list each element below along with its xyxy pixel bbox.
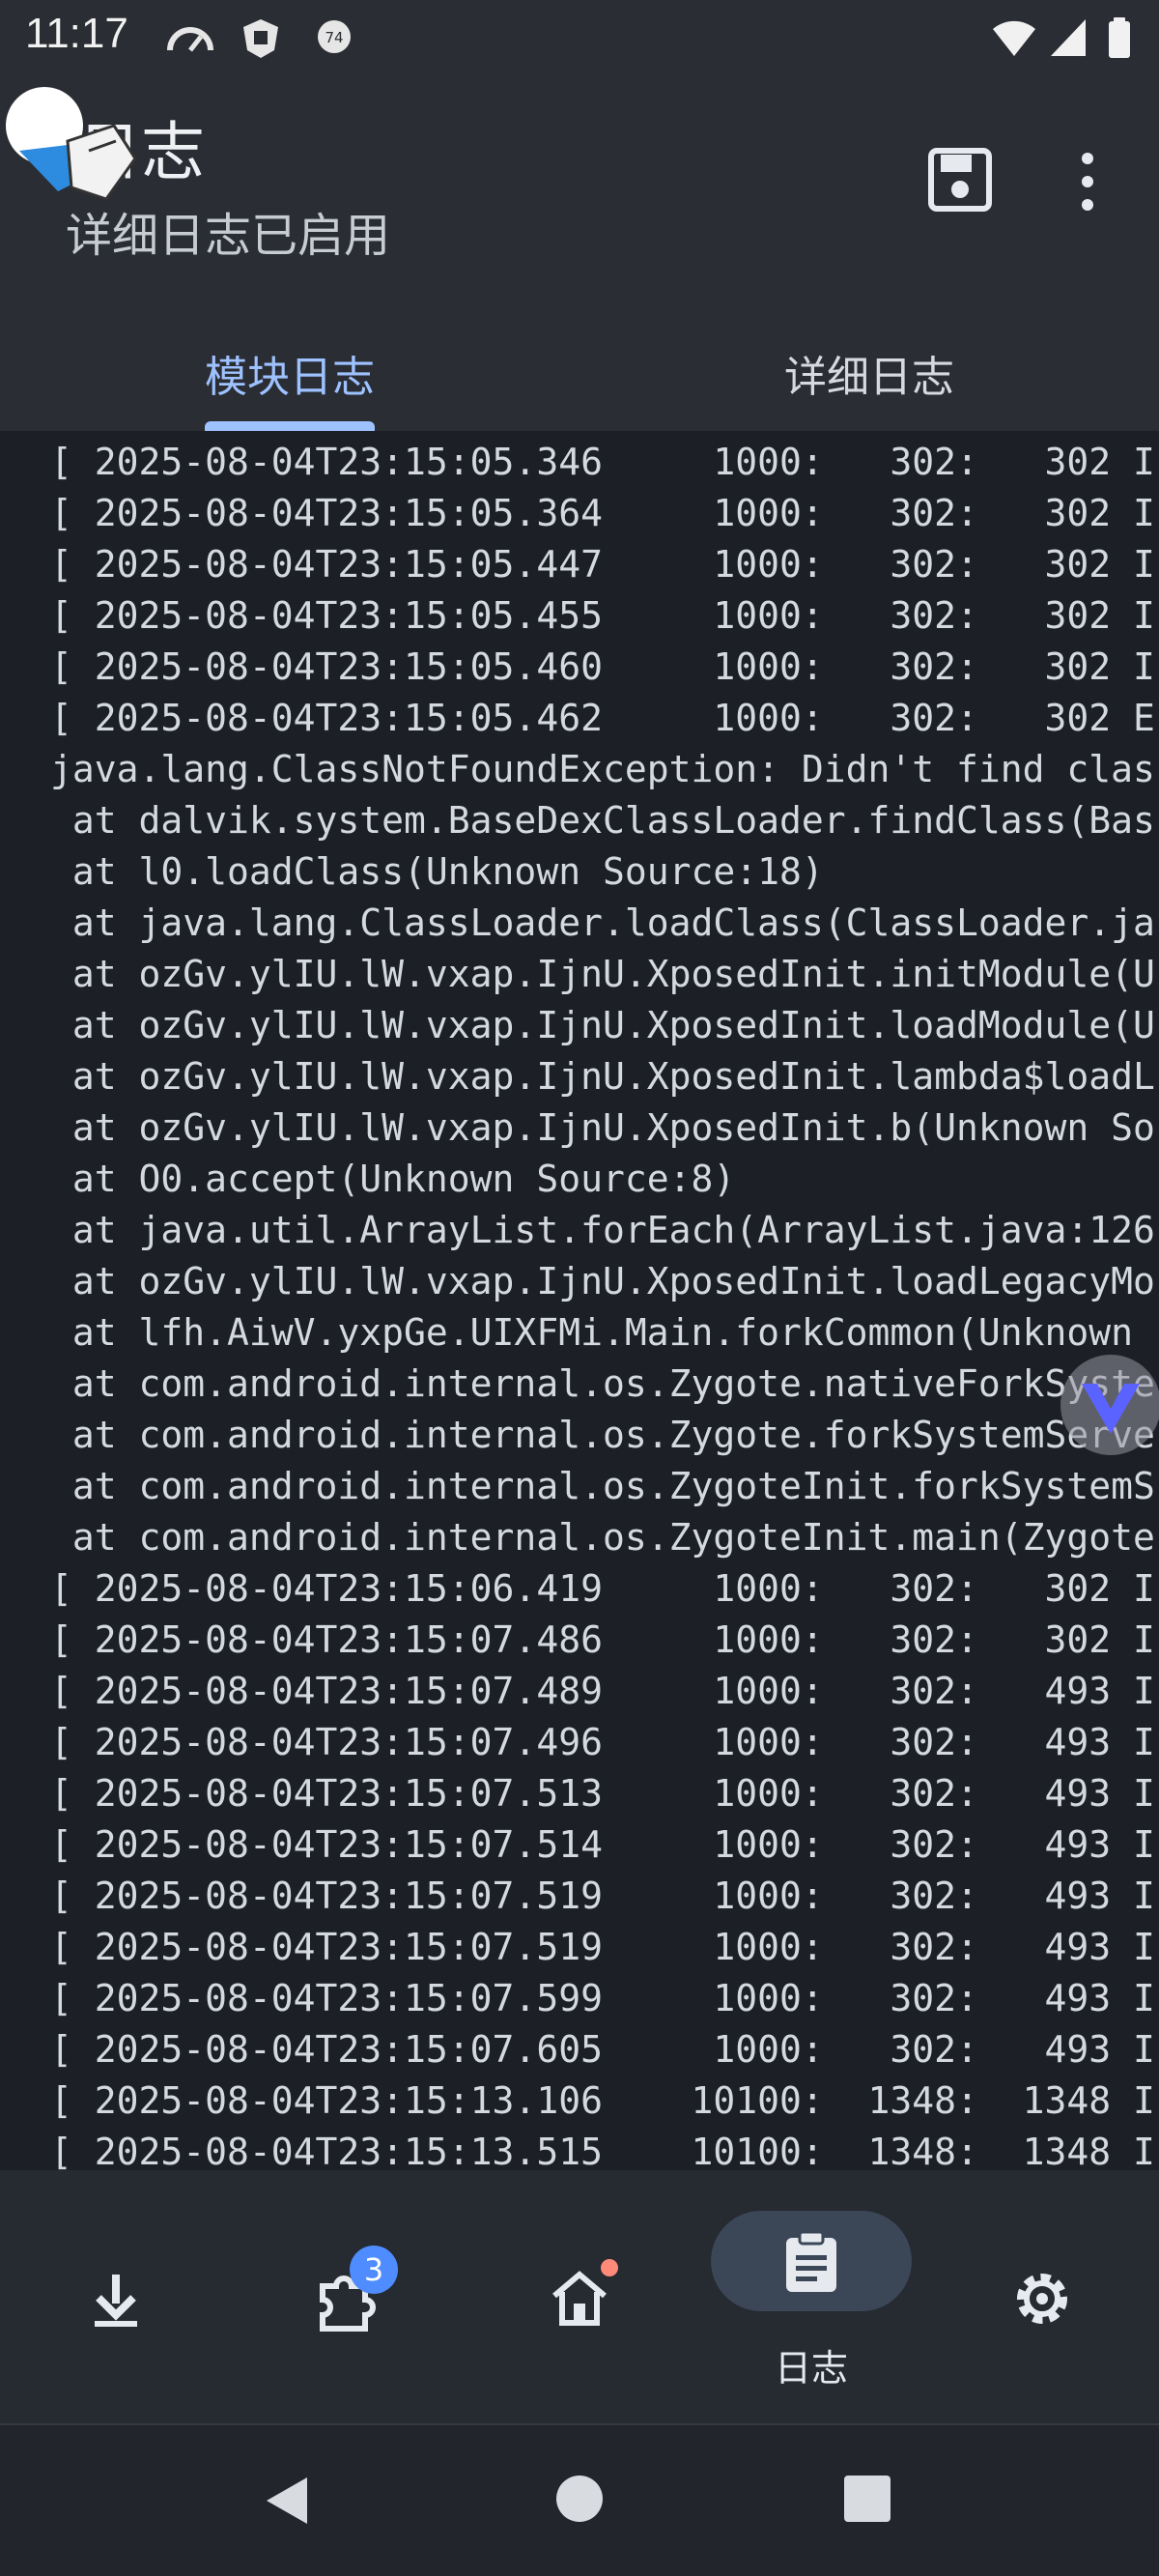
- floating-vpn-button[interactable]: [1060, 1355, 1159, 1455]
- log-line: at dalvik.system.BaseDexClassLoader.find…: [50, 799, 1155, 842]
- signal-icon: [1051, 19, 1086, 56]
- log-line: [ 2025-08-04T23:15:05.346 1000: 302: 302…: [50, 441, 1155, 483]
- home-button-icon[interactable]: [554, 2474, 605, 2524]
- log-line: at java.util.ArrayList.forEach(ArrayList…: [50, 1209, 1155, 1251]
- log-line: [ 2025-08-04T23:15:07.519 1000: 302: 493…: [50, 1926, 1155, 1968]
- home-notification-dot: [601, 2259, 618, 2276]
- log-line: at lfh.AiwV.yxpGe.UIXFMi.Main.forkCommon…: [50, 1311, 1155, 1354]
- tab-module-log[interactable]: 模块日志: [0, 325, 580, 431]
- log-line: at ozGv.ylIU.lW.vxap.IjnU.XposedInit.b(U…: [50, 1106, 1155, 1149]
- floating-assistant-icon[interactable]: [0, 83, 145, 218]
- log-line: at O0.accept(Unknown Source:8): [50, 1158, 736, 1200]
- notification-74-icon: 74: [318, 20, 351, 53]
- log-line: [ 2025-08-04T23:15:07.489 1000: 302: 493…: [50, 1670, 1155, 1712]
- system-navigation-bar: [0, 2423, 1159, 2576]
- svg-text:74: 74: [325, 29, 343, 46]
- log-line: at ozGv.ylIU.lW.vxap.IjnU.XposedInit.lam…: [50, 1055, 1155, 1098]
- battery-icon: [1109, 17, 1130, 58]
- log-line: [ 2025-08-04T23:15:07.599 1000: 302: 493…: [50, 1977, 1155, 2019]
- download-icon: [95, 2275, 137, 2327]
- save-icon[interactable]: [925, 145, 995, 215]
- more-vert-icon[interactable]: [1068, 151, 1107, 213]
- modules-badge: 3: [350, 2246, 398, 2294]
- nav-home[interactable]: [464, 2170, 695, 2423]
- recents-icon[interactable]: [842, 2474, 892, 2524]
- shield-app-icon: [243, 19, 278, 58]
- log-line: [ 2025-08-04T23:15:07.605 1000: 302: 493…: [50, 2028, 1155, 2071]
- status-bar: 11:17 74: [0, 0, 1159, 77]
- log-line: [ 2025-08-04T23:15:13.106 10100: 1348: 1…: [50, 2079, 1155, 2122]
- log-line: at com.android.internal.os.Zygote.forkSy…: [50, 1414, 1155, 1456]
- tab-indicator: [205, 421, 375, 431]
- tab-verbose-log[interactable]: 详细日志: [580, 325, 1159, 431]
- log-line: at com.android.internal.os.Zygote.native…: [50, 1362, 1155, 1405]
- settings-icon: [1017, 2274, 1067, 2324]
- back-icon[interactable]: [261, 2474, 315, 2528]
- log-line: [ 2025-08-04T23:15:05.447 1000: 302: 302…: [50, 543, 1155, 586]
- log-line: [ 2025-08-04T23:15:07.496 1000: 302: 493…: [50, 1721, 1155, 1763]
- log-line: [ 2025-08-04T23:15:05.462 1000: 302: 302…: [50, 697, 1155, 739]
- log-line: at com.android.internal.os.ZygoteInit.fo…: [50, 1465, 1155, 1507]
- log-line: [ 2025-08-04T23:15:05.460 1000: 302: 302…: [50, 645, 1155, 688]
- nav-logs-label: 日志: [774, 2347, 848, 2390]
- log-line: at ozGv.ylIU.lW.vxap.IjnU.XposedInit.ini…: [50, 953, 1155, 995]
- bottom-navigation: 3 日志: [0, 2170, 1159, 2423]
- log-line: [ 2025-08-04T23:15:05.455 1000: 302: 302…: [50, 594, 1155, 637]
- log-line: [ 2025-08-04T23:15:06.419 1000: 302: 302…: [50, 1567, 1155, 1610]
- v-logo-icon: [1082, 1384, 1140, 1434]
- log-line: [ 2025-08-04T23:15:13.515 10100: 1348: 1…: [50, 2131, 1155, 2170]
- log-line: at ozGv.ylIU.lW.vxap.IjnU.XposedInit.loa…: [50, 1004, 1155, 1046]
- log-line: [ 2025-08-04T23:15:07.519 1000: 302: 493…: [50, 1875, 1155, 1917]
- log-line: at ozGv.ylIU.lW.vxap.IjnU.XposedInit.loa…: [50, 1260, 1155, 1302]
- status-time: 11:17: [25, 10, 128, 57]
- home-icon: [552, 2271, 607, 2326]
- log-line: java.lang.ClassNotFoundException: Didn't…: [50, 748, 1155, 790]
- log-list[interactable]: [ 2025-08-04T23:15:05.346 1000: 302: 302…: [0, 431, 1159, 2170]
- nav-modules[interactable]: [232, 2170, 464, 2423]
- nav-download[interactable]: [0, 2170, 232, 2423]
- nav-settings[interactable]: [927, 2170, 1159, 2423]
- log-clipboard-icon: [786, 2230, 836, 2292]
- log-line: [ 2025-08-04T23:15:07.486 1000: 302: 302…: [50, 1618, 1155, 1661]
- wifi-icon: [993, 20, 1035, 56]
- log-line: [ 2025-08-04T23:15:05.364 1000: 302: 302…: [50, 492, 1155, 534]
- log-line: [ 2025-08-04T23:15:07.514 1000: 302: 493…: [50, 1823, 1155, 1866]
- app-bar: 日志 详细日志已启用 模块日志 详细日志: [0, 77, 1159, 431]
- log-line: at l0.loadClass(Unknown Source:18): [50, 850, 824, 893]
- log-line: at com.android.internal.os.ZygoteInit.ma…: [50, 1516, 1155, 1559]
- speedometer-icon: [167, 27, 213, 52]
- nav-logs[interactable]: [711, 2211, 912, 2311]
- log-line: [ 2025-08-04T23:15:07.513 1000: 302: 493…: [50, 1772, 1155, 1815]
- log-line: at java.lang.ClassLoader.loadClass(Class…: [50, 902, 1155, 944]
